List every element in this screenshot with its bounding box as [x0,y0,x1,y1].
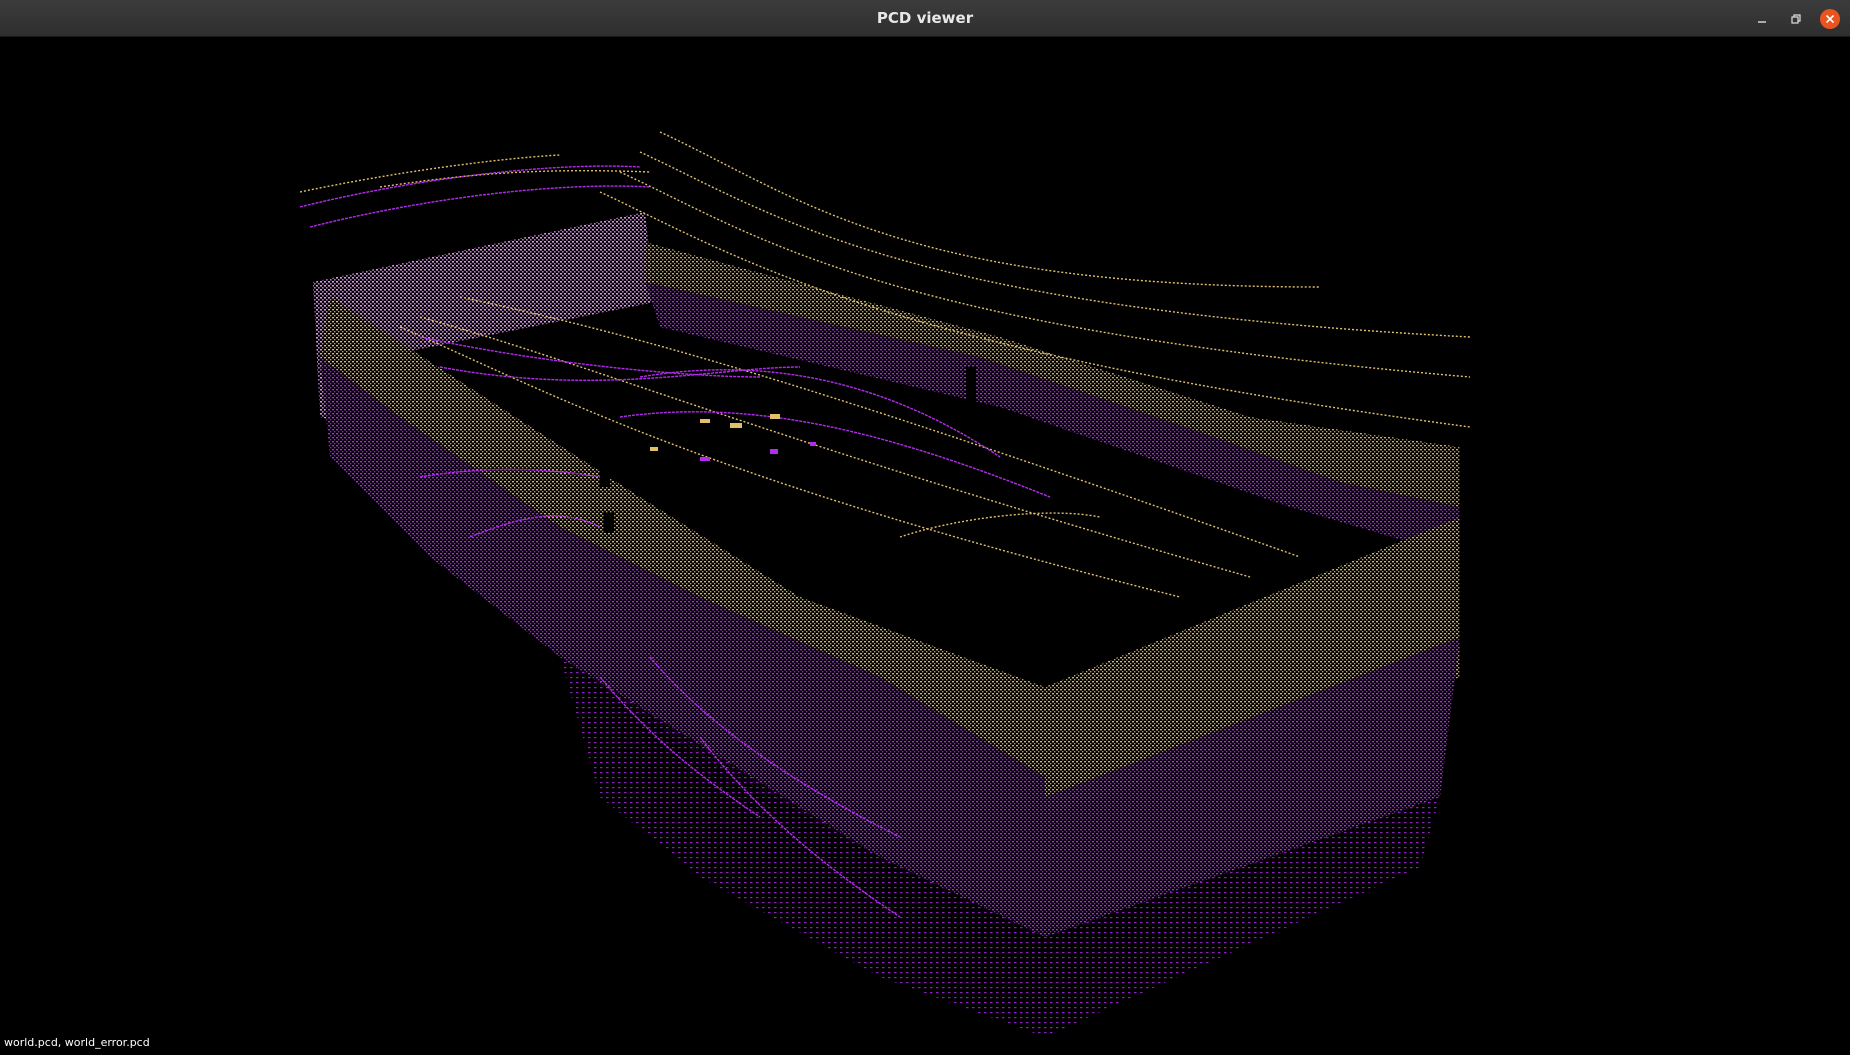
point-cloud-viewport[interactable] [0,37,1850,1055]
point-cloud-render [299,131,1471,1037]
close-button[interactable] [1820,9,1840,29]
title-bar[interactable]: PCD viewer [0,0,1850,37]
minimize-button[interactable] [1752,9,1772,29]
window-title: PCD viewer [876,9,974,27]
minimize-icon [1758,21,1766,23]
far-wall-yellow [645,242,1460,507]
pcd-viewer-window: PCD viewer world.pcd, world_error.pcd [0,0,1850,1055]
close-icon [1825,14,1835,24]
loaded-files-label: world.pcd, world_error.pcd [4,1036,150,1049]
restore-button[interactable] [1786,9,1806,29]
floor-clusters-magenta [700,442,816,461]
floor-clusters [650,414,780,451]
restore-icon [1791,14,1801,24]
